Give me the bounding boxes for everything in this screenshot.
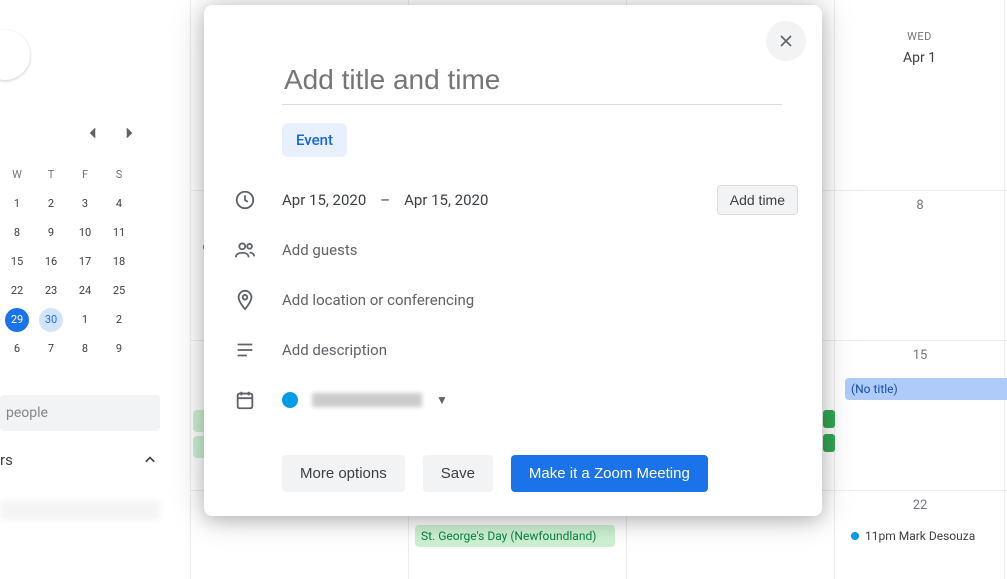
sidebar: W T F S 1 2 3 4 8 9 10 11 15 16 17 18 22… bbox=[0, 0, 190, 579]
location-row[interactable]: Add location or conferencing bbox=[228, 285, 798, 315]
location-icon bbox=[228, 289, 282, 311]
time-row: Apr 15, 2020 – Apr 15, 2020 Add time bbox=[228, 185, 798, 215]
mini-cal-day[interactable]: 2 bbox=[102, 305, 136, 334]
mini-cal-day[interactable]: 1 bbox=[0, 189, 34, 218]
mini-cal-day[interactable]: 7 bbox=[34, 334, 68, 363]
mini-cal-day[interactable]: 9 bbox=[102, 334, 136, 363]
day-number: 22 bbox=[835, 498, 1005, 513]
mini-cal-header: T bbox=[34, 160, 68, 189]
zoom-meeting-button[interactable]: Make it a Zoom Meeting bbox=[511, 455, 708, 492]
grid-col[interactable]: WED Apr 1 bbox=[835, 0, 1005, 579]
event-title-input[interactable] bbox=[282, 63, 782, 105]
mini-cal-day[interactable]: 25 bbox=[102, 276, 136, 305]
next-month-icon[interactable] bbox=[116, 120, 142, 146]
end-date[interactable]: Apr 15, 2020 bbox=[404, 191, 488, 209]
description-placeholder: Add description bbox=[282, 341, 387, 359]
mini-cal-day[interactable]: 9 bbox=[34, 218, 68, 247]
calendar-name bbox=[312, 393, 422, 407]
more-options-button[interactable]: More options bbox=[282, 455, 405, 492]
mini-cal-header: W bbox=[0, 160, 34, 189]
mini-cal-day[interactable]: 11 bbox=[102, 218, 136, 247]
calendar-list-item[interactable] bbox=[0, 500, 160, 520]
description-row[interactable]: Add description bbox=[228, 335, 798, 365]
prev-month-icon[interactable] bbox=[80, 120, 106, 146]
event-item[interactable] bbox=[823, 434, 835, 452]
mini-cal-nav bbox=[80, 120, 142, 146]
mini-cal-day[interactable]: 17 bbox=[68, 247, 102, 276]
event-type-chip[interactable]: Event bbox=[282, 123, 347, 157]
event-item[interactable]: (No title) bbox=[845, 378, 1007, 400]
mini-cal-day[interactable]: 1 bbox=[68, 305, 102, 334]
mini-cal-header: F bbox=[68, 160, 102, 189]
my-calendars-label: rs bbox=[0, 451, 13, 469]
mini-cal-day-today[interactable]: 29 bbox=[0, 305, 34, 334]
search-people-placeholder: people bbox=[6, 405, 48, 421]
mini-cal-day[interactable]: 10 bbox=[68, 218, 102, 247]
calendar-icon bbox=[228, 389, 282, 411]
mini-cal-day[interactable]: 18 bbox=[102, 247, 136, 276]
mini-cal-day[interactable]: 16 bbox=[34, 247, 68, 276]
day-number: Apr 1 bbox=[835, 50, 1004, 66]
mini-cal-day[interactable]: 15 bbox=[0, 247, 34, 276]
save-button[interactable]: Save bbox=[423, 455, 493, 492]
mini-cal-header: S bbox=[102, 160, 136, 189]
mini-cal-day[interactable]: 8 bbox=[68, 334, 102, 363]
dialog-actions: More options Save Make it a Zoom Meeting bbox=[282, 455, 798, 492]
calendar-row[interactable]: ▼ bbox=[228, 385, 798, 415]
day-number: 8 bbox=[835, 198, 1005, 213]
close-button[interactable] bbox=[766, 21, 806, 61]
event-item[interactable]: 11pm Mark Desouza bbox=[845, 525, 1007, 547]
event-item[interactable] bbox=[823, 410, 835, 428]
start-date[interactable]: Apr 15, 2020 bbox=[282, 191, 366, 209]
guests-placeholder: Add guests bbox=[282, 241, 357, 259]
mini-cal-day[interactable]: 4 bbox=[102, 189, 136, 218]
people-icon bbox=[228, 239, 282, 261]
search-people-input[interactable]: people bbox=[0, 395, 160, 431]
mini-cal-day[interactable]: 6 bbox=[0, 334, 34, 363]
close-icon bbox=[776, 31, 796, 51]
add-time-button[interactable]: Add time bbox=[717, 185, 798, 215]
location-placeholder: Add location or conferencing bbox=[282, 291, 474, 309]
mini-cal-day[interactable]: 24 bbox=[68, 276, 102, 305]
mini-cal-day[interactable]: 22 bbox=[0, 276, 34, 305]
chevron-up-icon bbox=[140, 450, 160, 470]
chevron-down-icon: ▼ bbox=[436, 393, 448, 407]
create-button[interactable] bbox=[0, 30, 30, 80]
date-separator: – bbox=[380, 191, 390, 209]
day-number: 15 bbox=[835, 348, 1005, 363]
calendar-color-dot bbox=[282, 392, 298, 408]
guests-row[interactable]: Add guests bbox=[228, 235, 798, 265]
mini-cal-day-selected[interactable]: 30 bbox=[34, 305, 68, 334]
event-item[interactable]: St. George's Day (Newfoundland) bbox=[415, 525, 615, 547]
description-icon bbox=[228, 339, 282, 361]
quick-create-dialog: Event Apr 15, 2020 – Apr 15, 2020 Add ti… bbox=[204, 5, 822, 516]
mini-cal-day[interactable]: 3 bbox=[68, 189, 102, 218]
mini-calendar: W T F S 1 2 3 4 8 9 10 11 15 16 17 18 22… bbox=[0, 160, 170, 363]
mini-cal-day[interactable]: 23 bbox=[34, 276, 68, 305]
day-header: WED bbox=[835, 30, 1004, 43]
clock-icon bbox=[228, 189, 282, 211]
mini-cal-day[interactable]: 8 bbox=[0, 218, 34, 247]
mini-cal-day[interactable]: 2 bbox=[34, 189, 68, 218]
my-calendars-toggle[interactable]: rs bbox=[0, 450, 160, 470]
